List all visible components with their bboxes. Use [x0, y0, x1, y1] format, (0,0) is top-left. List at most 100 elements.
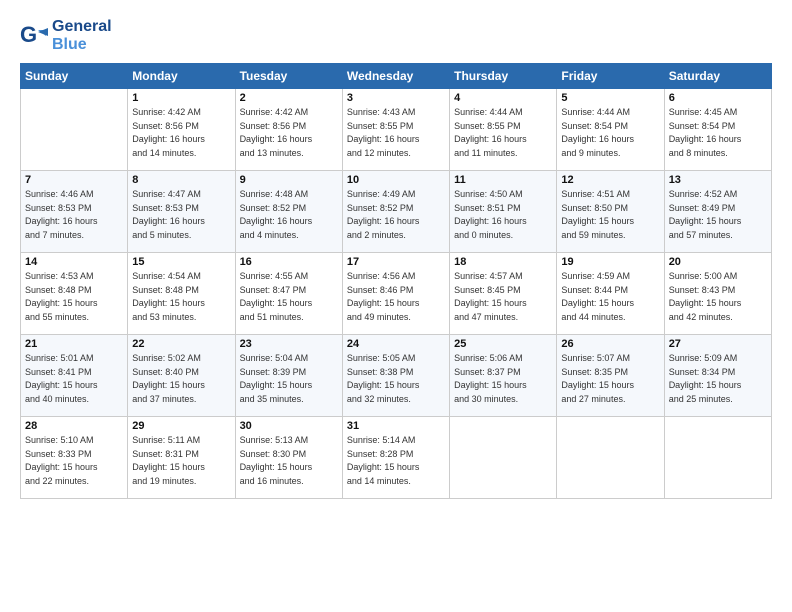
day-number: 10 — [347, 174, 445, 186]
day-number: 24 — [347, 338, 445, 350]
day-number: 1 — [132, 92, 230, 104]
day-number: 2 — [240, 92, 338, 104]
weekday-header-saturday: Saturday — [664, 64, 771, 89]
day-number: 22 — [132, 338, 230, 350]
day-number: 19 — [561, 256, 659, 268]
calendar-cell — [21, 89, 128, 171]
day-info: Sunrise: 4:54 AM Sunset: 8:48 PM Dayligh… — [132, 270, 230, 324]
weekday-header-thursday: Thursday — [450, 64, 557, 89]
calendar-table: SundayMondayTuesdayWednesdayThursdayFrid… — [20, 63, 772, 499]
day-info: Sunrise: 4:56 AM Sunset: 8:46 PM Dayligh… — [347, 270, 445, 324]
day-number: 25 — [454, 338, 552, 350]
day-number: 3 — [347, 92, 445, 104]
calendar-cell — [557, 417, 664, 499]
day-info: Sunrise: 5:09 AM Sunset: 8:34 PM Dayligh… — [669, 352, 767, 406]
calendar-cell: 13Sunrise: 4:52 AM Sunset: 8:49 PM Dayli… — [664, 171, 771, 253]
day-number: 9 — [240, 174, 338, 186]
day-info: Sunrise: 4:57 AM Sunset: 8:45 PM Dayligh… — [454, 270, 552, 324]
day-info: Sunrise: 4:51 AM Sunset: 8:50 PM Dayligh… — [561, 188, 659, 242]
weekday-header-wednesday: Wednesday — [342, 64, 449, 89]
week-row-2: 7 Sunrise: 4:46 AM Sunset: 8:53 PM Daylig… — [21, 171, 772, 253]
day-number: 18 — [454, 256, 552, 268]
day-info: Sunrise: 4:48 AM Sunset: 8:52 PM Dayligh… — [240, 188, 338, 242]
calendar-cell: 15 Sunrise: 4:54 AM Sunset: 8:48 PM Dayli… — [128, 253, 235, 335]
calendar-cell: 19 Sunrise: 4:59 AM Sunset: 8:44 PM Dayli… — [557, 253, 664, 335]
day-number: 6 — [669, 92, 767, 104]
logo-icon: G — [20, 22, 48, 50]
calendar-page: G General Blue SundayMondayTuesdayWednes… — [0, 0, 792, 511]
day-info: Sunrise: 4:42 AM Sunset: 8:56 PM Dayligh… — [240, 106, 338, 160]
day-info: Sunrise: 4:46 AM Sunset: 8:53 PM Dayligh… — [25, 188, 123, 242]
week-row-1: 1 Sunrise: 4:42 AM Sunset: 8:56 PM Daylig… — [21, 89, 772, 171]
day-number: 23 — [240, 338, 338, 350]
calendar-cell: 16Sunrise: 4:55 AM Sunset: 8:47 PM Dayli… — [235, 253, 342, 335]
calendar-cell: 31 Sunrise: 5:14 AM Sunset: 8:28 PM Dayli… — [342, 417, 449, 499]
svg-text:G: G — [20, 22, 37, 47]
calendar-cell: 9 Sunrise: 4:48 AM Sunset: 8:52 PM Daylig… — [235, 171, 342, 253]
day-number: 28 — [25, 420, 123, 432]
day-info: Sunrise: 5:14 AM Sunset: 8:28 PM Dayligh… — [347, 434, 445, 488]
day-info: Sunrise: 4:44 AM Sunset: 8:55 PM Dayligh… — [454, 106, 552, 160]
calendar-cell: 24 Sunrise: 5:05 AM Sunset: 8:38 PM Dayli… — [342, 335, 449, 417]
calendar-cell: 27Sunrise: 5:09 AM Sunset: 8:34 PM Dayli… — [664, 335, 771, 417]
day-number: 16 — [240, 256, 338, 268]
calendar-cell: 10 Sunrise: 4:49 AM Sunset: 8:52 PM Dayli… — [342, 171, 449, 253]
calendar-cell: 7 Sunrise: 4:46 AM Sunset: 8:53 PM Daylig… — [21, 171, 128, 253]
day-number: 7 — [25, 174, 123, 186]
calendar-cell: 12 Sunrise: 4:51 AM Sunset: 8:50 PM Dayli… — [557, 171, 664, 253]
day-number: 12 — [561, 174, 659, 186]
weekday-header-row: SundayMondayTuesdayWednesdayThursdayFrid… — [21, 64, 772, 89]
day-info: Sunrise: 4:43 AM Sunset: 8:55 PM Dayligh… — [347, 106, 445, 160]
day-info: Sunrise: 5:01 AM Sunset: 8:41 PM Dayligh… — [25, 352, 123, 406]
header: G General Blue — [20, 18, 772, 53]
calendar-cell: 20 Sunrise: 5:00 AM Sunset: 8:43 PM Dayli… — [664, 253, 771, 335]
day-number: 11 — [454, 174, 552, 186]
day-info: Sunrise: 5:04 AM Sunset: 8:39 PM Dayligh… — [240, 352, 338, 406]
day-number: 4 — [454, 92, 552, 104]
calendar-cell: 8Sunrise: 4:47 AM Sunset: 8:53 PM Daylig… — [128, 171, 235, 253]
day-info: Sunrise: 4:49 AM Sunset: 8:52 PM Dayligh… — [347, 188, 445, 242]
day-info: Sunrise: 5:07 AM Sunset: 8:35 PM Dayligh… — [561, 352, 659, 406]
day-info: Sunrise: 4:59 AM Sunset: 8:44 PM Dayligh… — [561, 270, 659, 324]
calendar-cell: 18 Sunrise: 4:57 AM Sunset: 8:45 PM Dayli… — [450, 253, 557, 335]
day-number: 20 — [669, 256, 767, 268]
calendar-cell: 28 Sunrise: 5:10 AM Sunset: 8:33 PM Dayli… — [21, 417, 128, 499]
logo-text: General Blue — [52, 18, 112, 53]
calendar-cell: 5Sunrise: 4:44 AM Sunset: 8:54 PM Daylig… — [557, 89, 664, 171]
weekday-header-monday: Monday — [128, 64, 235, 89]
day-info: Sunrise: 4:53 AM Sunset: 8:48 PM Dayligh… — [25, 270, 123, 324]
calendar-cell: 29 Sunrise: 5:11 AM Sunset: 8:31 PM Dayli… — [128, 417, 235, 499]
day-info: Sunrise: 4:45 AM Sunset: 8:54 PM Dayligh… — [669, 106, 767, 160]
day-info: Sunrise: 4:42 AM Sunset: 8:56 PM Dayligh… — [132, 106, 230, 160]
day-number: 30 — [240, 420, 338, 432]
day-info: Sunrise: 5:10 AM Sunset: 8:33 PM Dayligh… — [25, 434, 123, 488]
weekday-header-tuesday: Tuesday — [235, 64, 342, 89]
calendar-cell: 3 Sunrise: 4:43 AM Sunset: 8:55 PM Daylig… — [342, 89, 449, 171]
weekday-header-friday: Friday — [557, 64, 664, 89]
calendar-cell — [450, 417, 557, 499]
day-number: 31 — [347, 420, 445, 432]
day-info: Sunrise: 5:02 AM Sunset: 8:40 PM Dayligh… — [132, 352, 230, 406]
logo: G General Blue — [20, 18, 112, 53]
week-row-4: 21 Sunrise: 5:01 AM Sunset: 8:41 PM Dayli… — [21, 335, 772, 417]
day-number: 21 — [25, 338, 123, 350]
calendar-cell: 17 Sunrise: 4:56 AM Sunset: 8:46 PM Dayli… — [342, 253, 449, 335]
day-number: 15 — [132, 256, 230, 268]
calendar-cell: 26 Sunrise: 5:07 AM Sunset: 8:35 PM Dayli… — [557, 335, 664, 417]
calendar-cell: 2 Sunrise: 4:42 AM Sunset: 8:56 PM Daylig… — [235, 89, 342, 171]
day-info: Sunrise: 5:13 AM Sunset: 8:30 PM Dayligh… — [240, 434, 338, 488]
day-number: 17 — [347, 256, 445, 268]
calendar-cell: 22 Sunrise: 5:02 AM Sunset: 8:40 PM Dayli… — [128, 335, 235, 417]
day-info: Sunrise: 5:06 AM Sunset: 8:37 PM Dayligh… — [454, 352, 552, 406]
day-info: Sunrise: 5:00 AM Sunset: 8:43 PM Dayligh… — [669, 270, 767, 324]
calendar-cell: 1 Sunrise: 4:42 AM Sunset: 8:56 PM Daylig… — [128, 89, 235, 171]
calendar-cell: 23 Sunrise: 5:04 AM Sunset: 8:39 PM Dayli… — [235, 335, 342, 417]
week-row-5: 28 Sunrise: 5:10 AM Sunset: 8:33 PM Dayli… — [21, 417, 772, 499]
day-info: Sunrise: 5:05 AM Sunset: 8:38 PM Dayligh… — [347, 352, 445, 406]
day-number: 26 — [561, 338, 659, 350]
week-row-3: 14Sunrise: 4:53 AM Sunset: 8:48 PM Dayli… — [21, 253, 772, 335]
day-info: Sunrise: 5:11 AM Sunset: 8:31 PM Dayligh… — [132, 434, 230, 488]
day-number: 5 — [561, 92, 659, 104]
day-number: 29 — [132, 420, 230, 432]
calendar-cell: 6 Sunrise: 4:45 AM Sunset: 8:54 PM Daylig… — [664, 89, 771, 171]
